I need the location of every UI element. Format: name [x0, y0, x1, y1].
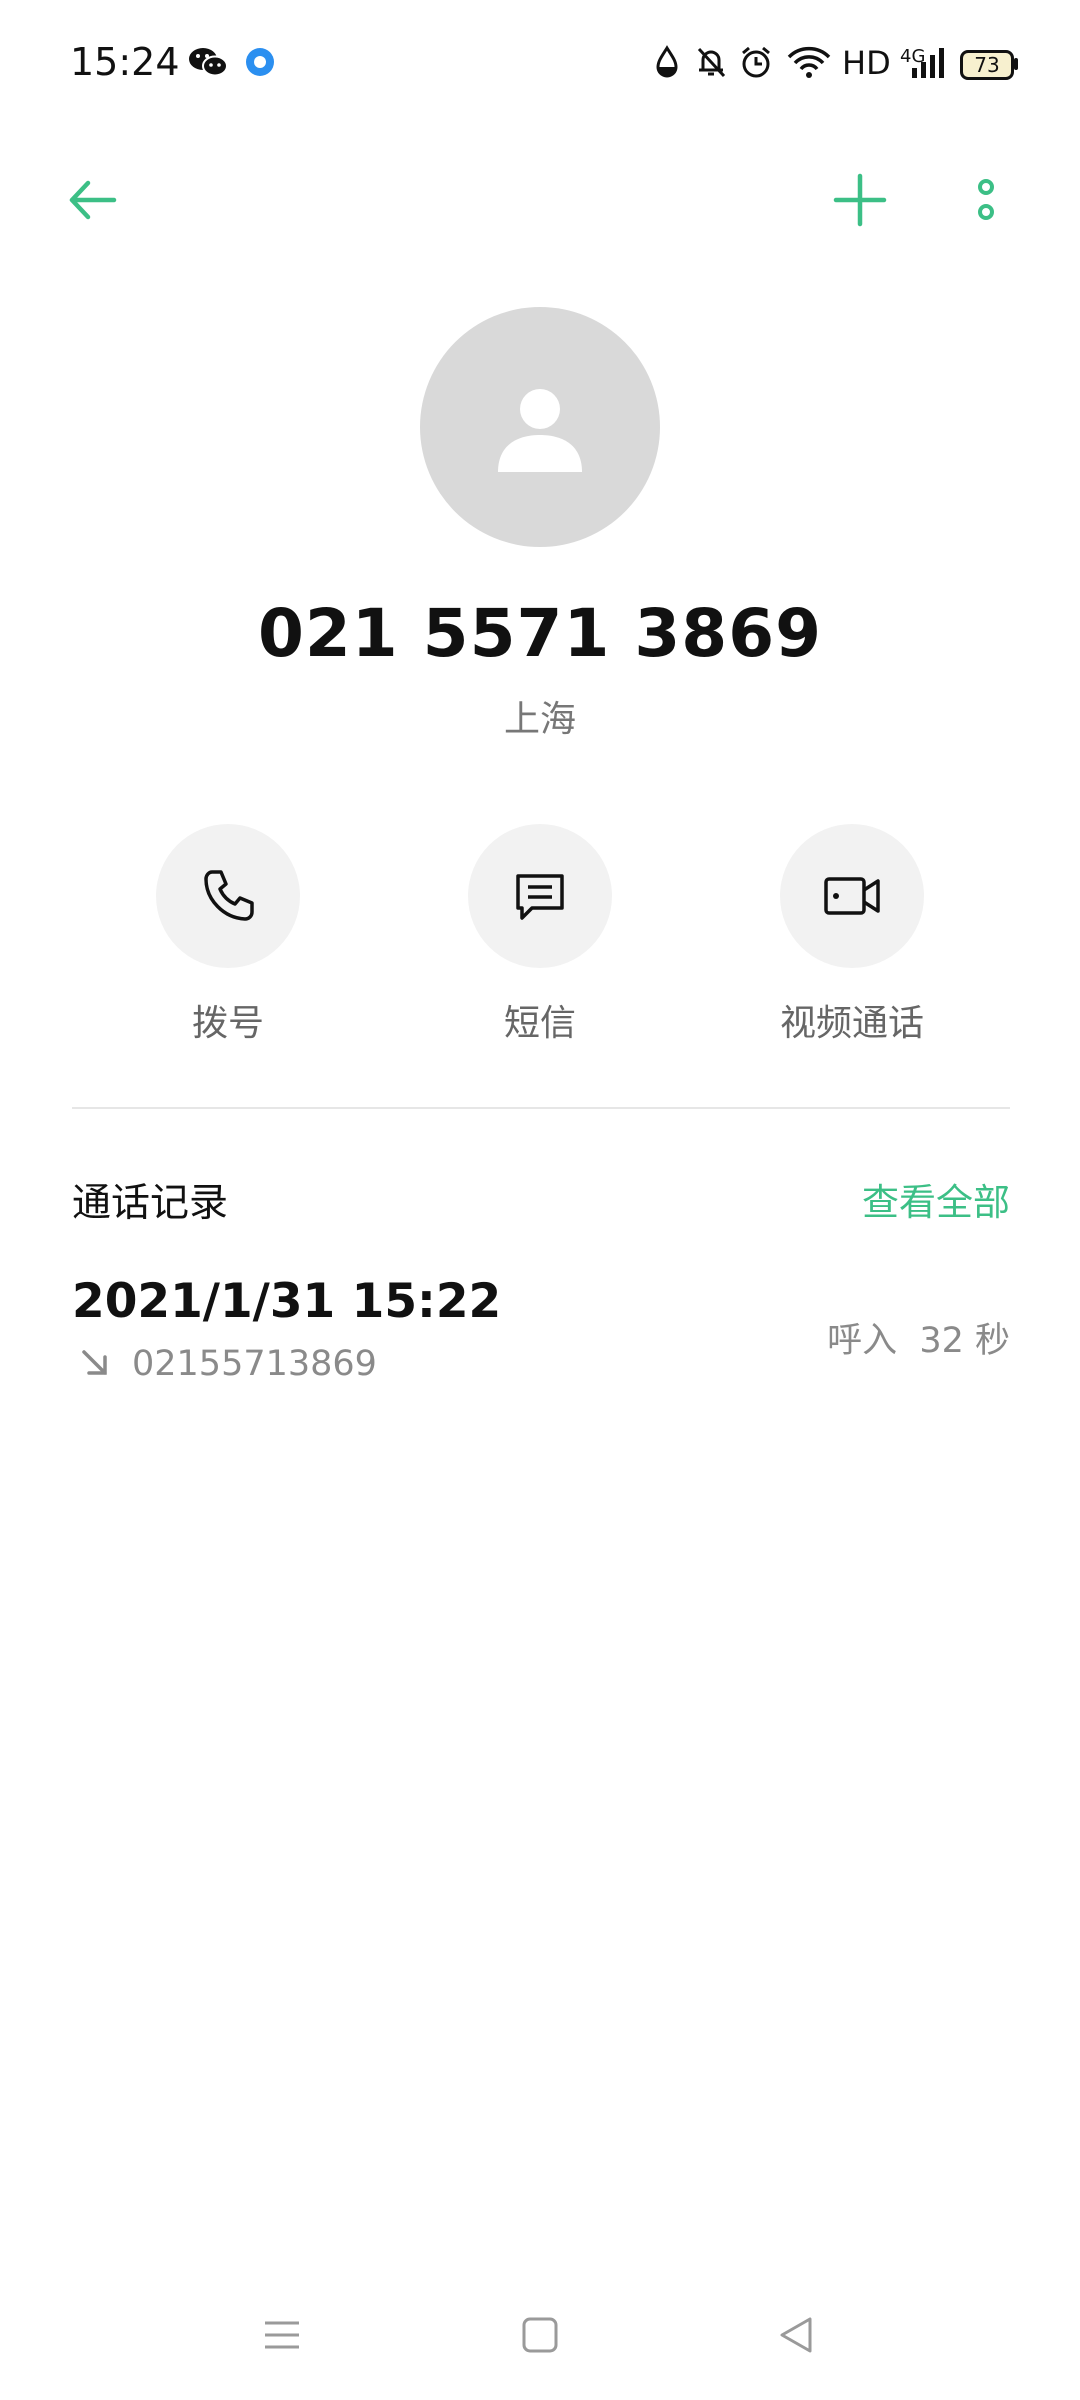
sms-label: 短信 — [503, 1003, 576, 1044]
water-drop-icon — [656, 45, 678, 78]
sms-button[interactable]: 短信 — [410, 824, 670, 1046]
home-square-icon — [522, 2317, 558, 2353]
call-log-detail: 呼入 32 秒 — [827, 1321, 1010, 1361]
dial-circle[interactable] — [156, 824, 300, 968]
video-call-button[interactable]: 视频通话 — [722, 824, 982, 1046]
network-type-label: HD — [842, 44, 891, 82]
back-triangle-icon — [780, 2317, 812, 2353]
wechat-icon — [189, 48, 228, 77]
bell-off-icon — [697, 47, 726, 78]
battery-icon: 73 — [960, 50, 1014, 80]
plus-icon — [833, 173, 887, 227]
see-all-link[interactable]: 查看全部 — [862, 1172, 1010, 1226]
more-vertical-icon — [978, 179, 994, 220]
call-log-datetime: 2021/1/31 15:22 — [72, 1274, 502, 1329]
video-call-circle[interactable] — [780, 824, 924, 968]
back-button[interactable] — [52, 160, 132, 240]
wifi-icon — [787, 46, 831, 78]
add-contact-button[interactable] — [820, 160, 900, 240]
message-icon — [516, 874, 564, 920]
contact-avatar — [420, 307, 660, 547]
status-time: 15:24 — [70, 40, 180, 84]
signal-icon — [912, 48, 944, 78]
incoming-call-arrow-icon — [82, 1350, 107, 1375]
divider — [72, 1107, 1010, 1109]
menu-nav-button[interactable] — [242, 2295, 322, 2375]
contact-location: 上海 — [503, 699, 576, 740]
back-nav-button[interactable] — [756, 2295, 836, 2375]
menu-icon — [265, 2321, 299, 2349]
video-call-label: 视频通话 — [779, 1003, 924, 1044]
video-icon — [824, 877, 880, 915]
person-icon — [498, 389, 582, 472]
contact-number: 021 5571 3869 — [257, 595, 823, 672]
arrow-left-icon — [69, 180, 117, 220]
alarm-icon — [742, 46, 770, 78]
home-nav-button[interactable] — [500, 2295, 580, 2375]
dial-label: 拨号 — [191, 1003, 264, 1044]
more-options-button[interactable] — [946, 160, 1026, 240]
app-notification-icon — [246, 48, 274, 76]
call-log-number: 02155713869 — [132, 1344, 377, 1384]
sms-circle[interactable] — [468, 824, 612, 968]
battery-tip — [1014, 58, 1018, 70]
phone-icon — [204, 870, 254, 921]
dial-button[interactable]: 拨号 — [98, 824, 358, 1046]
call-log-title: 通话记录 — [72, 1181, 229, 1226]
